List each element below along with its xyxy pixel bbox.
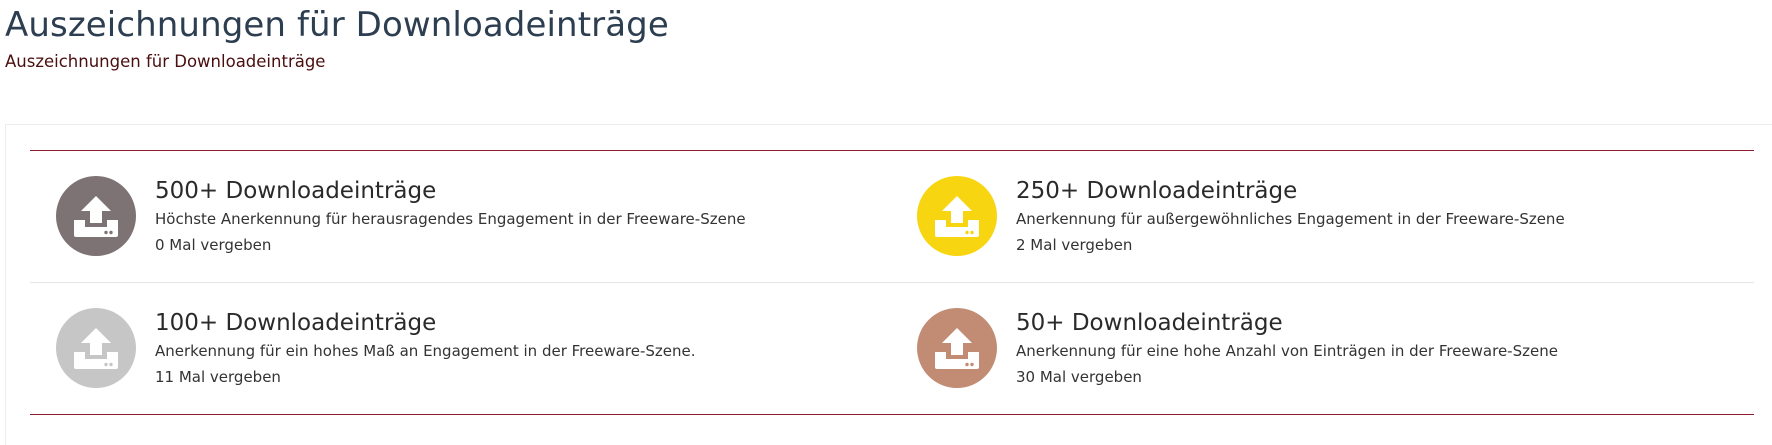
- award-title: 500+ Downloadeinträge: [155, 178, 437, 204]
- upload-icon: [56, 308, 136, 388]
- award-title: 100+ Downloadeinträge: [155, 310, 437, 336]
- award-description: Anerkennung für eine hohe Anzahl von Ein…: [1016, 342, 1558, 360]
- award-count: 2 Mal vergeben: [1016, 236, 1133, 254]
- award-description: Höchste Anerkennung für herausragendes E…: [155, 210, 746, 228]
- bottom-divider: [30, 414, 1754, 415]
- award-title: 50+ Downloadeinträge: [1016, 310, 1283, 336]
- award-item-250: 250+ Downloadeinträge Anerkennung für au…: [917, 176, 1737, 276]
- award-item-100: 100+ Downloadeinträge Anerkennung für ei…: [56, 308, 876, 408]
- page-title: Auszeichnungen für Downloadeinträge: [5, 5, 669, 45]
- award-item-50: 50+ Downloadeinträge Anerkennung für ein…: [917, 308, 1737, 408]
- award-item-500: 500+ Downloadeinträge Höchste Anerkennun…: [56, 176, 876, 276]
- award-count: 11 Mal vergeben: [155, 368, 281, 386]
- award-count: 30 Mal vergeben: [1016, 368, 1142, 386]
- top-divider: [30, 150, 1754, 151]
- upload-icon: [917, 176, 997, 256]
- award-description: Anerkennung für außergewöhnliches Engage…: [1016, 210, 1565, 228]
- page-subtitle: Auszeichnungen für Downloadeinträge: [5, 52, 326, 71]
- upload-icon: [917, 308, 997, 388]
- award-description: Anerkennung für ein hohes Maß an Engagem…: [155, 342, 696, 360]
- row-divider: [30, 282, 1754, 283]
- award-title: 250+ Downloadeinträge: [1016, 178, 1298, 204]
- award-count: 0 Mal vergeben: [155, 236, 272, 254]
- upload-icon: [56, 176, 136, 256]
